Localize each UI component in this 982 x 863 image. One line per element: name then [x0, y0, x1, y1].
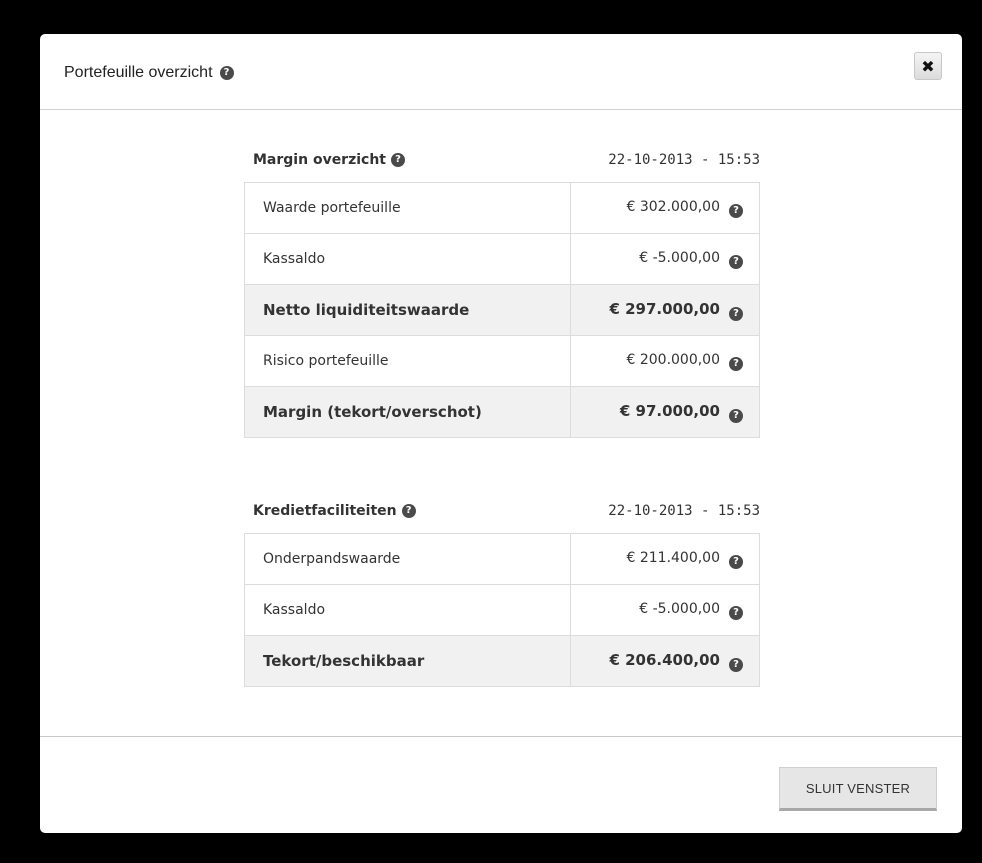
- row-value-cell: € 297.000,00?: [570, 284, 760, 336]
- row-value-cell: € 206.400,00?: [570, 635, 760, 687]
- help-icon[interactable]: ?: [729, 657, 743, 672]
- row-value-cell: € -5.000,00?: [570, 584, 760, 636]
- row-label: Onderpandswaarde: [244, 533, 571, 585]
- margin-section: Margin overzicht ? 22-10-2013 - 15:53 Wa…: [244, 152, 760, 438]
- row-value-cell: € 97.000,00?: [570, 386, 760, 438]
- help-icon[interactable]: ?: [729, 254, 743, 269]
- modal-header: Portefeuille overzicht ? ✖: [40, 34, 962, 110]
- margin-table: Waarde portefeuille € 302.000,00? Kassaldo…: [244, 182, 760, 438]
- margin-timestamp: 22-10-2013 - 15:53: [608, 152, 760, 168]
- margin-section-header: Margin overzicht ? 22-10-2013 - 15:53: [244, 152, 760, 182]
- table-row: Waarde portefeuille € 302.000,00?: [244, 182, 760, 234]
- row-value: € 302.000,00: [626, 198, 720, 215]
- table-row: Margin (tekort/overschot) € 97.000,00?: [244, 386, 760, 438]
- help-icon[interactable]: ?: [729, 356, 743, 371]
- close-button[interactable]: ✖: [914, 52, 942, 80]
- krediet-section-header: Kredietfaciliteiten ? 22-10-2013 - 15:53: [244, 503, 760, 533]
- close-icon: ✖: [921, 56, 935, 76]
- row-label: Waarde portefeuille: [244, 182, 571, 234]
- row-label: Kassaldo: [244, 233, 571, 285]
- margin-title-text: Margin overzicht: [253, 152, 386, 168]
- row-value: € 211.400,00: [626, 549, 720, 566]
- table-row: Netto liquiditeitswaarde € 297.000,00?: [244, 284, 760, 336]
- modal-footer: SLUIT VENSTER: [40, 736, 962, 833]
- krediet-table: Onderpandswaarde € 211.400,00? Kassaldo € -…: [244, 533, 760, 687]
- help-icon[interactable]: ?: [729, 306, 743, 321]
- row-value: € 206.400,00: [609, 650, 720, 669]
- close-window-button[interactable]: SLUIT VENSTER: [779, 767, 937, 811]
- row-value-cell: € 200.000,00?: [570, 335, 760, 387]
- krediet-timestamp: 22-10-2013 - 15:53: [608, 503, 760, 519]
- help-icon[interactable]: ?: [391, 153, 405, 167]
- row-value: € 297.000,00: [609, 299, 720, 318]
- row-value-cell: € 211.400,00?: [571, 534, 760, 585]
- help-icon[interactable]: ?: [729, 605, 743, 620]
- row-value-cell: € 302.000,00?: [571, 183, 760, 234]
- modal-title: Portefeuille overzicht ?: [64, 64, 234, 82]
- help-icon[interactable]: ?: [219, 66, 234, 80]
- row-label: Kassaldo: [244, 584, 571, 636]
- portfolio-overview-modal: Portefeuille overzicht ? ✖ Margin overzi…: [40, 34, 962, 833]
- table-row: Kassaldo € -5.000,00?: [244, 233, 760, 285]
- krediet-title-text: Kredietfaciliteiten: [253, 503, 397, 519]
- help-icon[interactable]: ?: [401, 504, 416, 518]
- row-value: € -5.000,00: [639, 600, 720, 617]
- table-row: Risico portefeuille € 200.000,00?: [244, 335, 760, 387]
- help-icon[interactable]: ?: [729, 408, 743, 423]
- row-value: € 97.000,00: [619, 401, 720, 420]
- row-label: Netto liquiditeitswaarde: [244, 284, 571, 336]
- row-label: Margin (tekort/overschot): [244, 386, 571, 438]
- row-value: € 200.000,00: [626, 351, 720, 368]
- krediet-section-title: Kredietfaciliteiten ?: [253, 503, 416, 519]
- krediet-section: Kredietfaciliteiten ? 22-10-2013 - 15:53…: [244, 503, 760, 687]
- row-label: Risico portefeuille: [244, 335, 571, 387]
- row-value: € -5.000,00: [639, 249, 720, 266]
- table-row: Tekort/beschikbaar € 206.400,00?: [244, 635, 760, 687]
- row-label: Tekort/beschikbaar: [244, 635, 571, 687]
- modal-title-text: Portefeuille overzicht: [64, 64, 213, 81]
- help-icon[interactable]: ?: [729, 554, 743, 569]
- help-icon[interactable]: ?: [729, 203, 743, 218]
- table-row: Kassaldo € -5.000,00?: [244, 584, 760, 636]
- table-row: Onderpandswaarde € 211.400,00?: [244, 533, 760, 585]
- row-value-cell: € -5.000,00?: [570, 233, 760, 285]
- margin-section-title: Margin overzicht ?: [253, 152, 405, 168]
